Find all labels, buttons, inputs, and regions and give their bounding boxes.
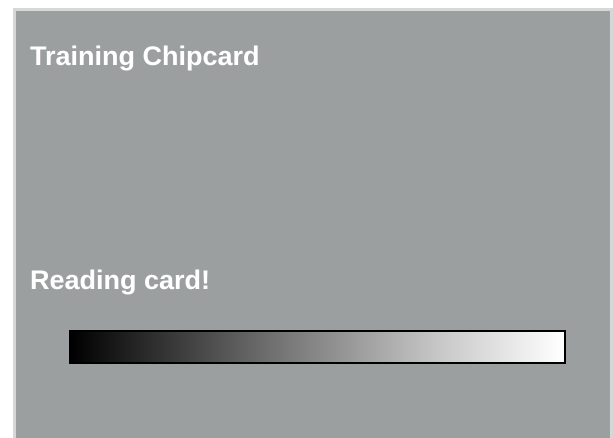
progress-bar <box>69 330 566 364</box>
progress-bar-fill <box>71 332 564 362</box>
screen-title: Training Chipcard <box>30 41 260 71</box>
status-message: Reading card! <box>30 265 211 295</box>
chipcard-screen: Training Chipcard Reading card! <box>13 8 613 438</box>
